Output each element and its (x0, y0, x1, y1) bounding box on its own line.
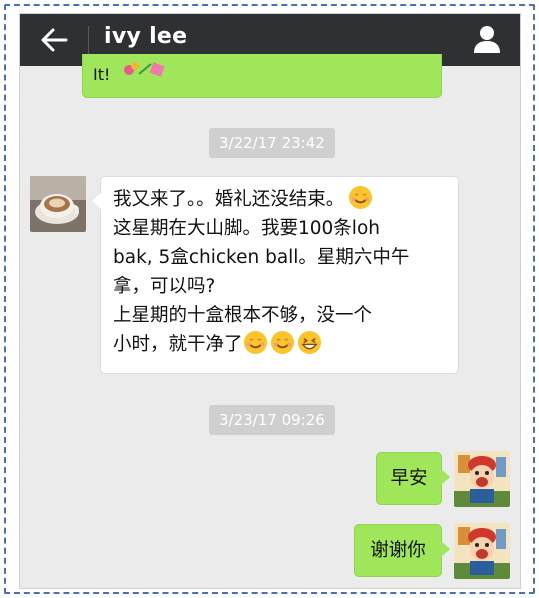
chat-title: ivy lee (104, 24, 188, 49)
smile-emoji-icon (243, 330, 267, 355)
message-line: 小时，就干净了 (113, 330, 458, 359)
person-icon[interactable] (472, 24, 502, 54)
message-text: It! (93, 65, 111, 84)
user-avatar[interactable] (454, 451, 510, 507)
timestamp: 3/22/17 23:42 (209, 128, 335, 158)
smile-emoji-icon (349, 185, 373, 210)
header-divider (88, 26, 89, 54)
message-text: 谢谢你 (370, 540, 426, 561)
message-line: 我又来了。。婚礼还没结束。 (113, 185, 458, 214)
grin-emoji-icon (297, 330, 321, 355)
message-line: 这星期在大山脚。我要100条loh (113, 218, 380, 239)
smile-emoji-icon (270, 330, 294, 355)
incoming-message-bubble[interactable]: 我又来了。。婚礼还没结束。 这星期在大山脚。我要100条loh bak, 5盒c… (92, 176, 459, 374)
arrow-left-icon[interactable] (40, 27, 68, 53)
message-line: 上星期的十盒根本不够，没一个 (113, 305, 373, 326)
contact-avatar[interactable] (30, 176, 86, 232)
message-bubble-previous[interactable]: It! (82, 54, 442, 98)
message-text: 早安 (390, 468, 428, 489)
chat-screen: ivy lee It! 3/22/17 23:42 我又来了。。婚礼还没结束。 … (20, 14, 520, 588)
message-line: 拿，可以吗? (113, 276, 216, 297)
outgoing-message-bubble[interactable]: 早安 (376, 452, 450, 505)
timestamp: 3/23/17 09:26 (209, 405, 335, 435)
message-line: bak, 5盒chicken ball。星期六中午 (113, 247, 410, 268)
user-avatar[interactable] (454, 523, 510, 579)
outgoing-message-bubble[interactable]: 谢谢你 (354, 524, 450, 577)
flower-emoji-icon (124, 62, 165, 77)
